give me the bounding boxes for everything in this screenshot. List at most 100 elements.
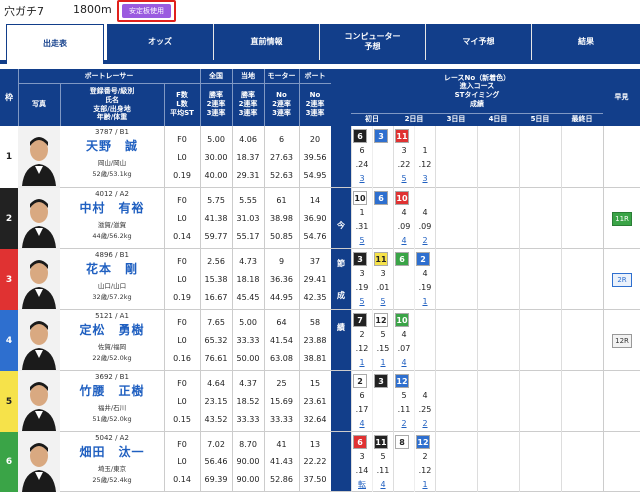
race-rank[interactable]: 転 — [353, 478, 371, 492]
avg-st: 0.16 — [173, 353, 191, 363]
race-rank[interactable]: 5 — [374, 295, 392, 309]
race-st: .07 — [397, 344, 411, 353]
local-stats: 8.70 90.00 90.00 — [232, 432, 264, 492]
race-number-chip[interactable]: 2 — [416, 252, 430, 266]
race-number-chip[interactable]: 8 — [395, 435, 409, 449]
avg-st: 0.19 — [173, 292, 191, 302]
race-rank[interactable]: 1 — [374, 356, 392, 370]
boat-2-rate: 22.22 — [303, 457, 327, 467]
race-rank[interactable]: 2 — [416, 417, 434, 431]
race-rank[interactable]: 5 — [353, 234, 371, 248]
avg-st: 0.14 — [173, 474, 191, 484]
race-number-chip[interactable]: 11 — [395, 129, 409, 143]
local-2-rate: 18.52 — [236, 396, 260, 406]
tab-pre-info[interactable]: 直前情報 — [213, 24, 319, 60]
national-3-rate: 59.77 — [204, 231, 228, 241]
early-race-link[interactable]: 11R — [612, 212, 632, 226]
racer-age-weight: 44歳/56.2kg — [92, 232, 132, 240]
race-rank[interactable]: 4 — [395, 234, 413, 248]
race-number-chip[interactable]: 2 — [353, 374, 367, 388]
national-2-rate: 23.15 — [204, 396, 228, 406]
boat-2-rate: 29.41 — [303, 274, 327, 284]
boat-3-rate: 54.76 — [303, 231, 327, 241]
race-rank[interactable]: 5 — [353, 295, 371, 309]
race-rank[interactable]: 5 — [395, 172, 413, 186]
race-course: 6 — [359, 391, 365, 400]
boatracer-header: ボートレーサー — [84, 71, 134, 80]
early-race-link[interactable]: 2R — [612, 273, 632, 287]
motor-3-rate: 52.63 — [270, 170, 293, 180]
race-course: 4 — [401, 208, 407, 217]
racer-name-link[interactable]: 花本 剛 — [60, 260, 164, 277]
boat-3-rate: 42.35 — [303, 292, 327, 302]
local-2-rate: 90.00 — [236, 457, 260, 467]
racer-branch: 岡山/岡山 — [97, 159, 127, 167]
boat-3-rate: 37.50 — [303, 474, 327, 484]
l-count: L0 — [177, 274, 187, 284]
race-number-chip[interactable]: 11 — [374, 252, 388, 266]
racer-photo-icon — [18, 432, 60, 492]
motor-3-rate: 44.95 — [270, 292, 293, 302]
race-rank[interactable]: 1 — [353, 356, 371, 370]
boat-no: 58 — [309, 318, 321, 328]
local-win-rate: 5.00 — [239, 318, 257, 328]
boat-2-rate: 23.61 — [303, 396, 327, 406]
boat-header: ボート — [304, 71, 326, 80]
motor-stats: 41 41.43 52.86 — [264, 432, 299, 492]
race-number-chip[interactable]: 12 — [374, 313, 388, 327]
racer-name-link[interactable]: 竹腰 正樹 — [60, 382, 164, 399]
tab-my-prediction[interactable]: マイ予想 — [425, 24, 531, 60]
registration-header: 登録番号/級別 氏名 支部/出身地 年齢/体重 — [89, 87, 135, 122]
race-rank[interactable]: 2 — [395, 417, 413, 431]
racer-name-link[interactable]: 畑田 汰一 — [60, 443, 164, 460]
local-win-rate: 4.73 — [239, 257, 257, 267]
race-number-chip[interactable]: 6 — [395, 252, 409, 266]
race-rank[interactable]: 2 — [416, 234, 434, 248]
national-win-rate: 7.65 — [207, 318, 225, 328]
national-2-rate: 56.46 — [204, 457, 228, 467]
national-2-rate: 15.38 — [204, 274, 228, 284]
racer-id-class: 4896 / B1 — [95, 251, 129, 259]
tab-computer-prediction[interactable]: コンピューター 予想 — [319, 24, 425, 60]
fl-stats: F0 L0 0.14 — [164, 188, 200, 249]
race-rank[interactable]: 4 — [374, 478, 392, 492]
race-rank[interactable]: 4 — [353, 417, 371, 431]
race-number-chip[interactable]: 6 — [353, 435, 367, 449]
race-number-chip[interactable]: 3 — [353, 252, 367, 266]
race-number-chip[interactable]: 11 — [374, 435, 388, 449]
race-number-chip[interactable]: 12 — [416, 435, 430, 449]
tab-entry[interactable]: 出走表 — [6, 24, 104, 64]
race-number-chip[interactable]: 3 — [374, 129, 388, 143]
race-number-chip[interactable]: 10 — [395, 191, 409, 205]
race-number-chip[interactable]: 12 — [395, 374, 409, 388]
race-course: 3 — [359, 269, 365, 278]
race-rank[interactable]: 1 — [416, 295, 434, 309]
race-number-chip[interactable]: 3 — [374, 374, 388, 388]
racer-photo — [18, 310, 60, 371]
tab-result[interactable]: 結果 — [531, 24, 640, 60]
race-rank[interactable]: 3 — [416, 172, 434, 186]
race-number-chip[interactable]: 10 — [395, 313, 409, 327]
avg-st: 0.14 — [173, 231, 191, 241]
race-rank[interactable]: 3 — [353, 172, 371, 186]
racer-id-class: 3692 / B1 — [95, 373, 129, 381]
race-number-chip[interactable]: 6 — [353, 129, 367, 143]
racer-branch: 福井/石川 — [97, 404, 127, 412]
early-race-link[interactable]: 12R — [612, 334, 632, 348]
boat-rates-header: No 2連率 3連率 — [305, 91, 325, 117]
race-number-chip[interactable]: 7 — [353, 313, 367, 327]
race-st: .15 — [376, 344, 390, 353]
boat-3-rate: 54.95 — [303, 170, 327, 180]
racer-name-link[interactable]: 天野 誠 — [60, 137, 164, 154]
tab-odds[interactable]: オッズ — [107, 24, 213, 60]
race-number-chip[interactable]: 10 — [353, 191, 367, 205]
race-number-chip[interactable]: 6 — [374, 191, 388, 205]
racer-name-link[interactable]: 中村 有裕 — [60, 199, 164, 216]
local-win-rate: 8.70 — [239, 440, 257, 450]
race-st: .22 — [397, 160, 411, 169]
race-st: .12 — [418, 466, 432, 475]
race-rank[interactable]: 1 — [416, 478, 434, 492]
race-rank[interactable]: 4 — [395, 356, 413, 370]
race-course: 3 — [401, 146, 407, 155]
racer-name-link[interactable]: 定松 勇樹 — [60, 321, 164, 338]
